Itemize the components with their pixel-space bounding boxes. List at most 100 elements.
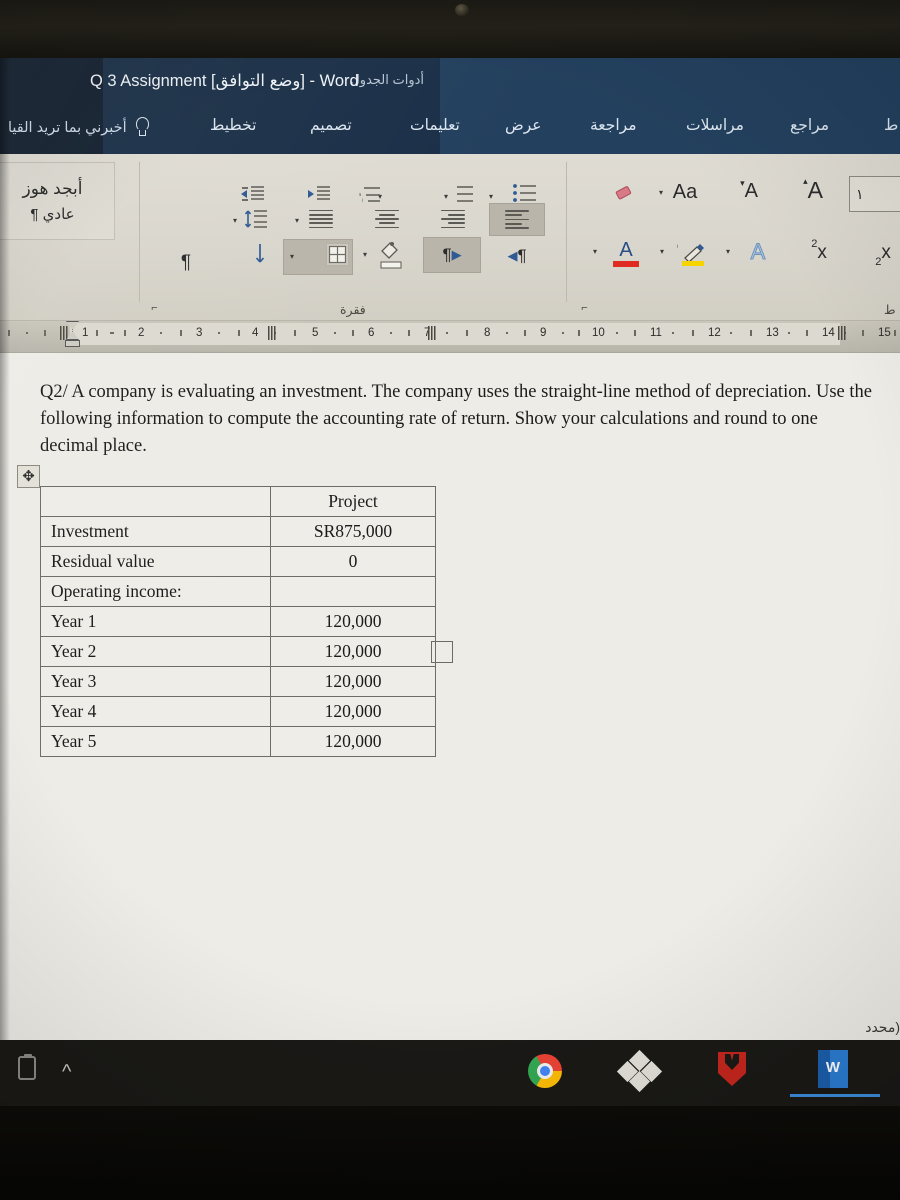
- decrease-indent-icon[interactable]: [304, 182, 334, 206]
- tab-help[interactable]: تعليمات: [410, 116, 460, 135]
- photo-of-laptop-screen: أدوات الجدول Q 3 Assignment [وضع التوافق…: [0, 0, 900, 1200]
- tab-layout[interactable]: تخطيط: [210, 116, 256, 135]
- align-left-icon[interactable]: [438, 206, 468, 232]
- ruler[interactable]: 1 2 3 4 5 6 7 8 9 10 11 12 13 14 15: [0, 321, 900, 353]
- ruler-tick-9: 9: [540, 327, 547, 339]
- ribbon-tab-bar: أخبرني بما تريد القيا تخطيط تصميم تعليما…: [0, 106, 900, 154]
- tray-battery-icon[interactable]: [18, 1054, 36, 1080]
- table-row[interactable]: Investment SR875,000: [40, 516, 436, 547]
- row-label-year-2: Year 2: [40, 636, 271, 667]
- row-label-year-3: Year 3: [40, 666, 271, 697]
- superscript-icon[interactable]: x2: [802, 238, 836, 268]
- ruler-tick-11: 11: [650, 327, 662, 339]
- increase-indent-icon[interactable]: [238, 182, 268, 206]
- clear-formatting-icon[interactable]: A: [604, 178, 638, 208]
- tell-me-label: أخبرني بما تريد القيا: [8, 119, 127, 136]
- multilevel-list-icon[interactable]: 1 a i: [358, 180, 384, 206]
- tab-mailings[interactable]: مراسلات: [686, 116, 744, 135]
- change-case-caret-icon[interactable]: ▾: [659, 189, 663, 197]
- line-spacing-caret-icon[interactable]: ▾: [233, 217, 237, 225]
- row-label-investment: Investment: [40, 516, 271, 547]
- row-label-residual-value: Residual value: [40, 546, 271, 577]
- paragraph-dialog-launcher[interactable]: ⌐: [578, 302, 591, 315]
- ltr-text-direction-icon[interactable]: ▶ ¶: [423, 237, 481, 273]
- styles-dialog-launcher[interactable]: ⌐: [148, 302, 161, 315]
- text-highlight-icon[interactable]: ab: [676, 236, 710, 270]
- font-size-value: ١: [856, 185, 864, 202]
- left-indent-marker[interactable]: [65, 340, 80, 347]
- align-center-icon[interactable]: [372, 206, 402, 232]
- row-value-year-2: 120,000: [270, 636, 436, 667]
- style-sample-text: أبجد هوز: [22, 179, 83, 198]
- ruler-tick-5: 5: [312, 327, 319, 339]
- font-group-title: ط: [884, 303, 896, 317]
- table-header-project: Project: [270, 486, 436, 517]
- dropbox-taskbar-icon[interactable]: [616, 1049, 663, 1093]
- taskbar[interactable]: ^: [0, 1040, 900, 1106]
- text-effects-icon[interactable]: A: [742, 236, 774, 268]
- row-value-year-5: 120,000: [270, 726, 436, 757]
- borders-caret-icon[interactable]: ▾: [290, 253, 294, 261]
- row-value-year-3: 120,000: [270, 666, 436, 697]
- bulleted-list-caret-icon[interactable]: ▾: [489, 193, 493, 201]
- ribbon: أبجد هوز عادي ¶ ¶ ⌐ ▾ a i ▾ ▾ ▾ ▾ ▾ ▾ ▶ …: [0, 154, 900, 321]
- table-row-header[interactable]: Project: [40, 486, 436, 517]
- borders-icon[interactable]: ▾: [283, 239, 353, 275]
- row-value-year-1: 120,000: [270, 606, 436, 637]
- tell-me-search[interactable]: أخبرني بما تريد القيا: [8, 117, 151, 138]
- row-label-year-1: Year 1: [40, 606, 271, 637]
- align-justify-icon[interactable]: [306, 206, 336, 232]
- table-move-handle-icon[interactable]: ✥: [17, 465, 40, 488]
- table-row[interactable]: Operating income:: [40, 576, 436, 607]
- ruler-tick-2: 2: [138, 327, 145, 339]
- change-case-icon[interactable]: Aa: [668, 178, 702, 206]
- table-row[interactable]: Year 4 120,000: [40, 696, 436, 727]
- tab-review[interactable]: مراجعة: [590, 116, 637, 135]
- tab-layout-main[interactable]: ط: [884, 116, 898, 135]
- shading-icon[interactable]: [375, 238, 407, 272]
- ruler-tick-15: 15: [878, 327, 891, 339]
- sort-icon[interactable]: A Z: [240, 239, 268, 269]
- chrome-taskbar-icon[interactable]: [528, 1054, 562, 1088]
- table-resize-handle[interactable]: [431, 641, 453, 663]
- tab-references[interactable]: مراجع: [790, 116, 829, 135]
- lightbulb-icon: [134, 117, 151, 138]
- webcam-icon: [455, 4, 469, 16]
- table-row[interactable]: Year 5 120,000: [40, 726, 436, 757]
- align-justify-caret-icon[interactable]: ▾: [295, 217, 299, 225]
- table-row[interactable]: Year 3 120,000: [40, 666, 436, 697]
- numbered-list-icon[interactable]: 1 2 3: [450, 180, 476, 206]
- shading-caret-icon[interactable]: ▾: [363, 251, 367, 259]
- font-color-caret-icon[interactable]: ▾: [593, 248, 597, 256]
- rtl-text-direction-icon[interactable]: ¶ ◀: [497, 243, 537, 269]
- tray-chevron-icon[interactable]: ^: [62, 1062, 71, 1082]
- row-label-year-5: Year 5: [40, 726, 271, 757]
- tab-design[interactable]: تصميم: [310, 116, 352, 135]
- table-row[interactable]: Year 2 120,000: [40, 636, 436, 667]
- show-formatting-marks-icon[interactable]: ¶: [173, 250, 199, 276]
- subscript-icon[interactable]: x2: [866, 238, 900, 268]
- tab-view[interactable]: عرض: [505, 116, 542, 135]
- document-page[interactable]: Q2/ A company is evaluating an investmen…: [0, 353, 900, 1046]
- tab-bar-contextual-segment: [103, 106, 440, 154]
- shrink-font-icon[interactable]: A ▾: [734, 176, 764, 206]
- svg-text:a: a: [359, 192, 361, 198]
- status-note: (محدد: [865, 1019, 900, 1035]
- ruler-tick-1: 1: [82, 327, 89, 339]
- question-paragraph[interactable]: Q2/ A company is evaluating an investmen…: [40, 379, 880, 461]
- styles-gallery[interactable]: أبجد هوز عادي ¶: [0, 162, 115, 240]
- svg-text:i: i: [362, 198, 363, 203]
- line-spacing-icon[interactable]: [242, 206, 270, 232]
- table-row[interactable]: Year 1 120,000: [40, 606, 436, 637]
- font-color-icon[interactable]: A: [610, 236, 642, 270]
- grow-font-icon[interactable]: A ▴: [797, 174, 829, 206]
- word-taskbar-icon[interactable]: W: [818, 1050, 848, 1088]
- text-effects-caret-icon[interactable]: ▾: [726, 248, 730, 256]
- numbered-list-caret-icon[interactable]: ▾: [444, 193, 448, 201]
- table-row[interactable]: Residual value 0: [40, 546, 436, 577]
- document-canvas: Q2/ A company is evaluating an investmen…: [0, 353, 900, 1046]
- accounting-table[interactable]: Project Investment SR875,000 Residual va…: [40, 486, 436, 757]
- text-highlight-caret-icon[interactable]: ▾: [660, 248, 664, 256]
- font-size-combobox[interactable]: ▾ ١: [849, 176, 900, 212]
- align-right-icon[interactable]: [489, 203, 545, 236]
